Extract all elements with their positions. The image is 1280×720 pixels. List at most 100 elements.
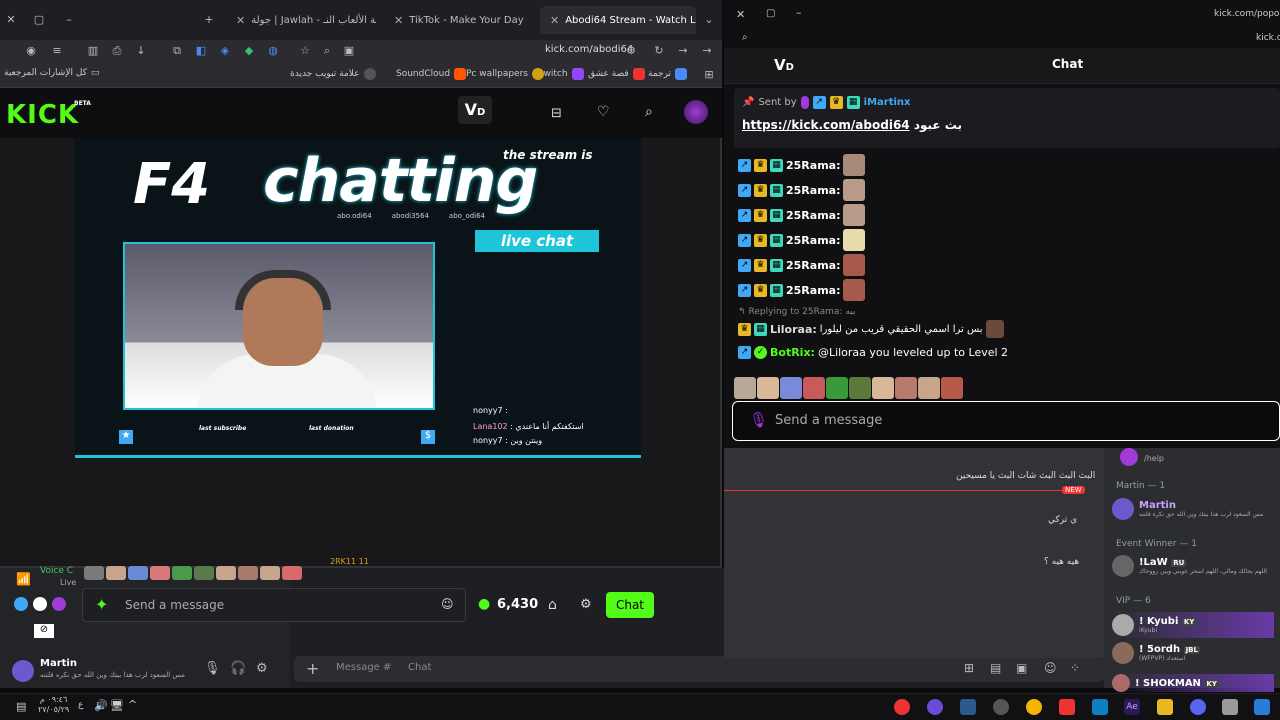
tab-search-icon[interactable]: ⌄: [702, 13, 716, 27]
print-icon[interactable]: ⎙: [110, 44, 124, 58]
emoji-icon[interactable]: ☺: [1044, 661, 1057, 675]
address-bar[interactable]: kick.com/abodi64: [545, 44, 633, 55]
network-icon[interactable]: 🖥: [110, 699, 124, 712]
minimize-icon[interactable]: –: [796, 6, 802, 19]
shield-icon[interactable]: ◆: [242, 44, 256, 58]
participant-avatar[interactable]: [84, 566, 104, 580]
app-icon-steam[interactable]: [960, 699, 976, 715]
participant-avatar[interactable]: [260, 566, 280, 580]
vpn-icon[interactable]: ◈: [218, 44, 232, 58]
search-icon[interactable]: ⌕: [742, 32, 748, 43]
participant-avatar[interactable]: [282, 566, 302, 580]
maximize-icon[interactable]: ▢: [32, 13, 46, 27]
media-icon[interactable]: ≡: [50, 44, 64, 58]
emote-option[interactable]: [826, 377, 848, 399]
translate-icon[interactable]: ◧: [194, 44, 208, 58]
extensions-icon[interactable]: ⧉: [170, 44, 184, 58]
volume-icon[interactable]: 🔊: [94, 699, 108, 712]
emote-option[interactable]: [872, 377, 894, 399]
app-icon-explorer[interactable]: [1157, 699, 1173, 715]
microphone-icon[interactable]: 🎙: [204, 661, 221, 676]
member-martin[interactable]: Martin مس السعود لرب هذا بيتك وين الله ح…: [1112, 498, 1269, 520]
member-5ordh[interactable]: ! 5ordh JBL (WFPVP) استعداد: [1112, 642, 1200, 664]
back-icon[interactable]: →: [676, 44, 690, 58]
popout-message-input[interactable]: 🎙 Send a message: [732, 401, 1280, 441]
voice-channel-label[interactable]: Voice C: [40, 566, 73, 576]
participant-avatar[interactable]: [238, 566, 258, 580]
heart-icon[interactable]: ♡: [597, 104, 610, 120]
gear-icon[interactable]: ⚙: [256, 661, 268, 676]
kick-logo[interactable]: KICK: [6, 100, 79, 130]
avatar[interactable]: [684, 100, 708, 124]
sidebar-icon[interactable]: ▥: [86, 44, 100, 58]
participant-avatar[interactable]: [216, 566, 236, 580]
start-menu-icon[interactable]: [1254, 699, 1270, 715]
clock[interactable]: ٠٩:٤٦ م ٢٧/٠٥/٢٩: [38, 695, 69, 715]
gif-icon[interactable]: ▤: [990, 661, 1001, 675]
notification-icon[interactable]: ▤: [16, 700, 26, 713]
close-tab-icon[interactable]: ✕: [394, 14, 403, 27]
emote-option[interactable]: [941, 377, 963, 399]
apps-icon[interactable]: ⁘: [1070, 661, 1080, 675]
bookmark-twitch[interactable]: twitch: [540, 68, 584, 80]
avatar[interactable]: [12, 660, 34, 682]
emote-option[interactable]: [803, 377, 825, 399]
settings-icon[interactable]: ⚙: [580, 597, 592, 612]
app-icon-chrome[interactable]: [1026, 699, 1042, 715]
member-shokman[interactable]: ! SHOKMAN KY: [1112, 674, 1274, 692]
audio-icon[interactable]: ◍: [266, 44, 280, 58]
extension-icon[interactable]: ◉: [24, 44, 38, 58]
reload-icon[interactable]: ↻: [652, 44, 666, 58]
tab-jawlah[interactable]: ✕ جولة | Jawlah - منصة الألعاب النـ: [226, 6, 376, 34]
close-tab-icon[interactable]: ✕: [550, 14, 559, 27]
tab-tiktok[interactable]: ✕ TikTok - Make Your Day: [384, 6, 534, 34]
star-icon[interactable]: ☆: [298, 44, 312, 58]
close-tab-icon[interactable]: ✕: [236, 14, 245, 27]
participant-avatar[interactable]: [106, 566, 126, 580]
bookmark-newtab[interactable]: علامة تبويب جديدة: [290, 68, 376, 80]
app-icon-riot[interactable]: [1059, 699, 1075, 715]
new-tab-icon[interactable]: +: [202, 13, 216, 27]
site-settings-icon[interactable]: ⚙: [624, 44, 638, 58]
headphones-icon[interactable]: 🎧: [230, 661, 246, 676]
emote-option[interactable]: [895, 377, 917, 399]
search-icon[interactable]: ⌕: [645, 104, 653, 120]
participant-avatar[interactable]: [194, 566, 214, 580]
popout-url[interactable]: kick.com/popout/: [1214, 9, 1280, 19]
tab-abodi64[interactable]: ✕ Abodi64 Stream - Watch Live o: [540, 6, 696, 34]
bookmark-story[interactable]: قصة عشق: [588, 68, 645, 80]
app-icon-browser[interactable]: [993, 699, 1009, 715]
app-icon-search[interactable]: [1222, 699, 1238, 715]
close-window-icon[interactable]: ✕: [4, 13, 18, 27]
app-icon-discord[interactable]: [1190, 699, 1206, 715]
member-law[interactable]: !LaW RU اللهم بحالك ومالي، اللهم اسحر عو…: [1112, 555, 1269, 577]
bookmark-all[interactable]: كل الإشارات المرجعية ▭: [4, 68, 99, 78]
avatar[interactable]: [1120, 448, 1138, 466]
bookmark-translate[interactable]: ترجمة: [648, 68, 688, 80]
member-kyubi[interactable]: ! Kyubi KY iKyubi: [1112, 612, 1274, 638]
app-icon-record[interactable]: [894, 699, 910, 715]
streamer-badge-icon[interactable]: [14, 597, 28, 611]
sparkle-icon[interactable]: ✦: [95, 595, 108, 614]
cast-icon[interactable]: ▣: [342, 44, 356, 58]
inbox-icon[interactable]: ⊟: [551, 106, 562, 121]
channel-logo-icon[interactable]: VD: [458, 96, 492, 124]
discord-chat-input[interactable]: + Message # Chat ⊞ ▤ ▣ ☺ ⁘: [294, 656, 1104, 682]
screen-share-off-icon[interactable]: ⊘: [34, 624, 54, 638]
video-player[interactable]: F4 the stream is chatting abo.odi64 abod…: [75, 138, 641, 458]
activity-icon[interactable]: [52, 597, 66, 611]
add-attachment-icon[interactable]: +: [306, 659, 319, 678]
user-name[interactable]: Martin: [40, 658, 77, 669]
channel-logo-icon[interactable]: VD: [774, 56, 794, 74]
gift-icon[interactable]: ⊞: [964, 661, 974, 675]
apps-grid-icon[interactable]: ⊞: [702, 68, 716, 82]
emote-option[interactable]: [918, 377, 940, 399]
kick-message-input[interactable]: ✦ Send a message ☺: [82, 588, 466, 622]
download-icon[interactable]: ↓: [134, 44, 148, 58]
participant-avatar[interactable]: [150, 566, 170, 580]
bookmark-soundcloud[interactable]: SoundCloud: [396, 68, 467, 80]
maximize-icon[interactable]: ▢: [766, 8, 775, 19]
bookmark-wallpapers[interactable]: Pc wallpapers: [466, 68, 544, 80]
emote-option[interactable]: [780, 377, 802, 399]
microphone-icon[interactable]: 🎙: [749, 411, 768, 429]
